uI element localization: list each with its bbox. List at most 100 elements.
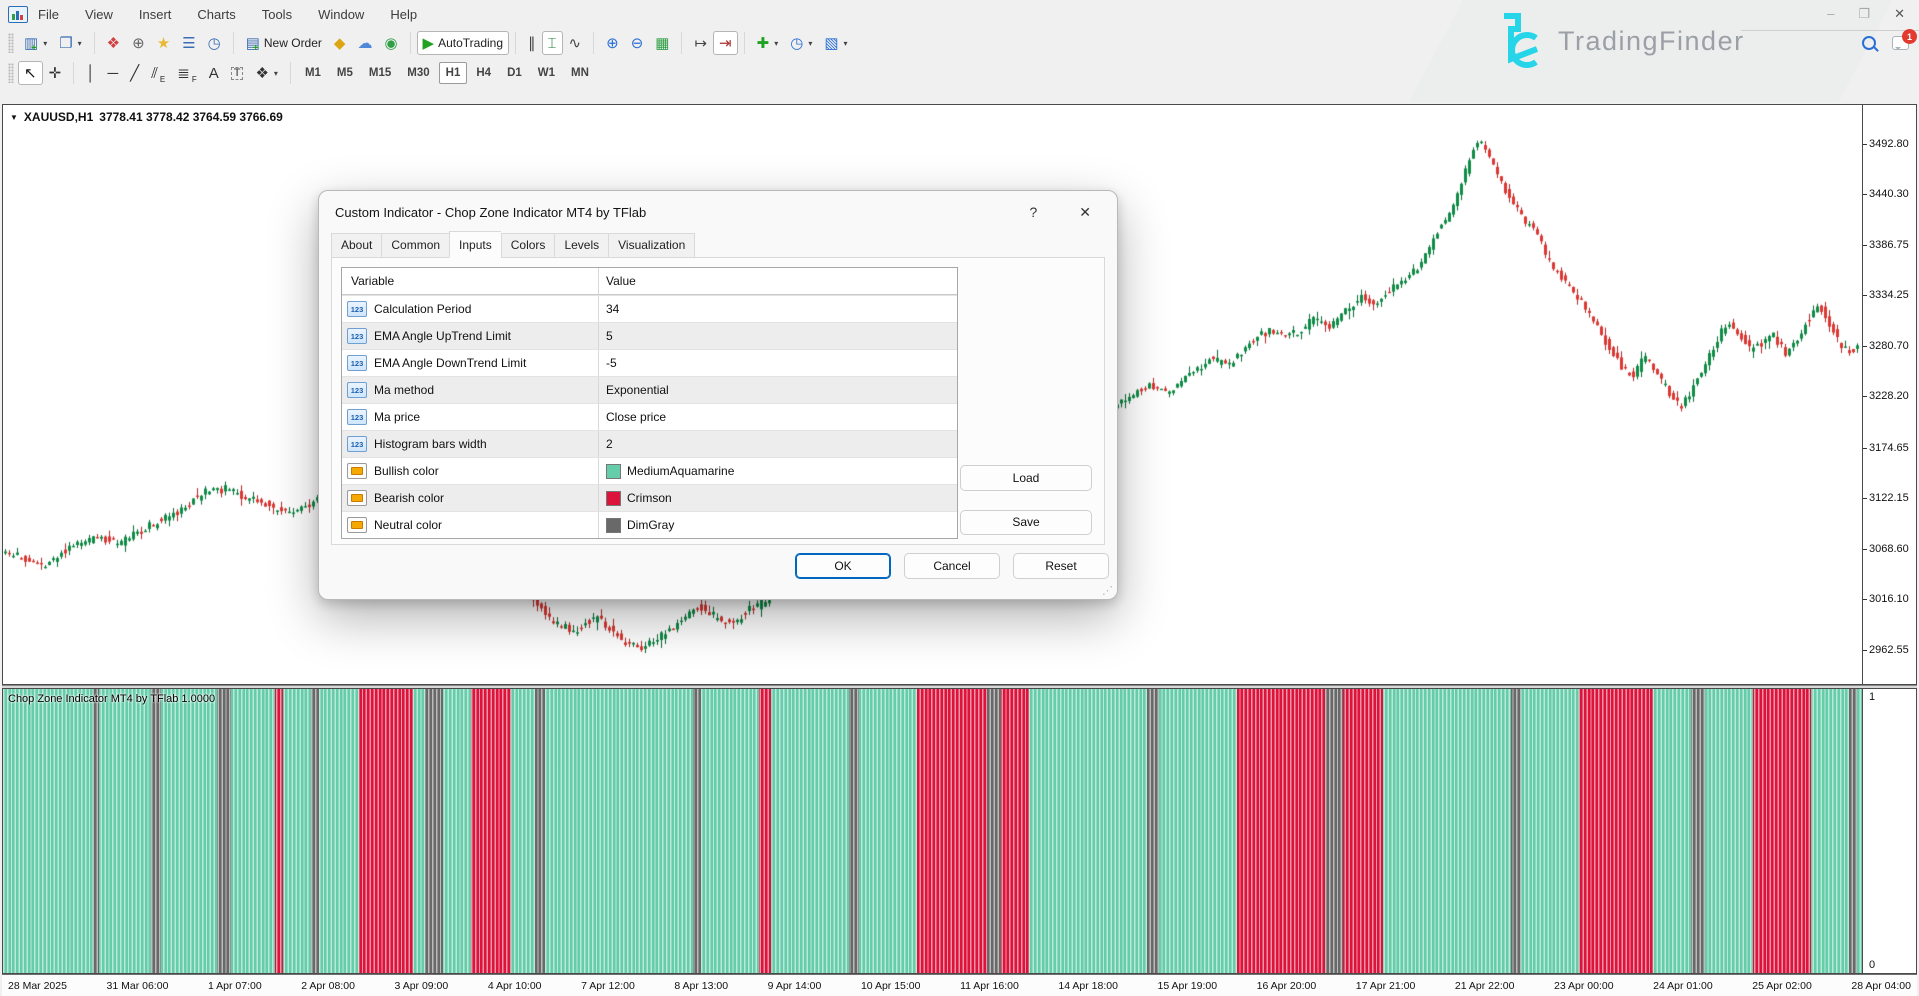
fibonacci-tool-button[interactable]: ≣F bbox=[171, 61, 202, 85]
timeframe-mn[interactable]: MN bbox=[564, 62, 596, 84]
chart-shift-button[interactable]: ⇥ bbox=[713, 31, 738, 55]
price-axis[interactable]: 3492.803440.303386.753334.253280.703228.… bbox=[1863, 104, 1917, 685]
value-cell[interactable]: 34 bbox=[599, 296, 957, 322]
tab-levels[interactable]: Levels bbox=[554, 233, 608, 258]
reset-button[interactable]: Reset bbox=[1013, 553, 1109, 579]
value-cell[interactable]: MediumAquamarine bbox=[599, 458, 957, 484]
dialog-close-button[interactable]: ✕ bbox=[1073, 203, 1097, 222]
value-cell[interactable]: 2 bbox=[599, 431, 957, 457]
vertical-line-tool-button[interactable]: │ bbox=[80, 61, 101, 85]
input-row-histogram-bars-width[interactable]: 123Histogram bars width2 bbox=[342, 430, 957, 457]
bar-chart-mode-button[interactable]: ∥ bbox=[522, 31, 542, 55]
resize-grip[interactable]: ⋰ bbox=[1102, 584, 1113, 597]
auto-scroll-button[interactable]: ↦ bbox=[688, 31, 713, 55]
zoom-out-button[interactable]: ⊖ bbox=[625, 31, 650, 55]
chat-icon[interactable]: 1 bbox=[1892, 36, 1909, 50]
auto-scroll-icon: ↦ bbox=[694, 36, 707, 51]
zoom-in-button[interactable]: ⊕ bbox=[600, 31, 625, 55]
input-row-ma-price[interactable]: 123Ma priceClose price bbox=[342, 403, 957, 430]
input-row-ema-angle-downtrend-limit[interactable]: 123EMA Angle DownTrend Limit-5 bbox=[342, 349, 957, 376]
equidistant-channel-tool-button[interactable]: ⫽E bbox=[145, 61, 171, 85]
crosshair-tool-button[interactable]: ✛ bbox=[43, 61, 68, 85]
restore-button[interactable]: ❐ bbox=[1858, 6, 1870, 22]
templates-menu-icon: ▧ bbox=[824, 36, 838, 51]
input-row-neutral-color[interactable]: Neutral colorDimGray bbox=[342, 511, 957, 538]
indicator-axis[interactable]: 1 0 bbox=[1863, 688, 1917, 974]
tab-colors[interactable]: Colors bbox=[501, 233, 555, 258]
toolbar-grip[interactable] bbox=[8, 63, 14, 83]
dialog-title: Custom Indicator - Chop Zone Indicator M… bbox=[335, 205, 993, 220]
line-chart-mode-button[interactable]: ∿ bbox=[563, 31, 588, 55]
time-axis[interactable]: 28 Mar 202531 Mar 06:001 Apr 07:002 Apr … bbox=[2, 974, 1917, 996]
menu-insert[interactable]: Insert bbox=[139, 7, 172, 22]
horizontal-line-tool-button[interactable]: ─ bbox=[102, 61, 125, 85]
crosshair-mode-button[interactable]: ⊕ bbox=[126, 31, 151, 55]
new-chart-button[interactable]: ▥+▾ bbox=[18, 31, 53, 55]
input-row-calculation-period[interactable]: 123Calculation Period34 bbox=[342, 295, 957, 322]
input-row-ma-method[interactable]: 123Ma methodExponential bbox=[342, 376, 957, 403]
profiles-button[interactable]: ❐▾ bbox=[53, 31, 87, 55]
menu-view[interactable]: View bbox=[85, 7, 113, 22]
cursor-tool-button[interactable]: ↖ bbox=[18, 61, 43, 85]
periods-menu-button[interactable]: ◷▾ bbox=[784, 31, 818, 55]
menu-tools[interactable]: Tools bbox=[262, 7, 292, 22]
market-watch-button[interactable]: ☰ bbox=[176, 31, 201, 55]
timeframe-m5[interactable]: M5 bbox=[330, 62, 360, 84]
value-cell[interactable]: DimGray bbox=[599, 512, 957, 538]
variable-cell: 123Ma method bbox=[342, 377, 599, 403]
timeframe-m15[interactable]: M15 bbox=[362, 62, 398, 84]
input-row-bearish-color[interactable]: Bearish colorCrimson bbox=[342, 484, 957, 511]
news-button[interactable]: ◉ bbox=[378, 31, 403, 55]
menu-window[interactable]: Window bbox=[318, 7, 364, 22]
templates-menu-button[interactable]: ▧▾ bbox=[818, 31, 853, 55]
trendline-tool-button[interactable]: ╱ bbox=[124, 61, 145, 85]
menu-file[interactable]: File bbox=[38, 7, 59, 22]
deposit-button[interactable]: ◆ bbox=[328, 31, 352, 55]
autotrading-button[interactable]: ▶AutoTrading bbox=[417, 31, 509, 55]
value-cell[interactable]: -5 bbox=[599, 350, 957, 376]
arrows-tool-button[interactable]: ❖▾ bbox=[249, 61, 283, 85]
symbol-dropdown-icon[interactable]: ▼ bbox=[10, 113, 18, 122]
toolbar-grip[interactable] bbox=[8, 33, 14, 53]
symbols-button[interactable]: ❖ bbox=[101, 31, 126, 55]
minimize-button[interactable]: – bbox=[1827, 6, 1834, 22]
timeframe-m30[interactable]: M30 bbox=[400, 62, 436, 84]
ok-button[interactable]: OK bbox=[795, 553, 891, 579]
timeframe-m1[interactable]: M1 bbox=[298, 62, 328, 84]
text-tool-button[interactable]: A bbox=[203, 61, 225, 85]
close-button[interactable]: ✕ bbox=[1894, 6, 1905, 22]
candlestick-mode-button[interactable]: ⌶ bbox=[542, 31, 563, 55]
tile-windows-button[interactable]: ▦ bbox=[649, 31, 675, 55]
value-cell[interactable]: Close price bbox=[599, 404, 957, 430]
tab-common[interactable]: Common bbox=[381, 233, 449, 258]
input-row-ema-angle-uptrend-limit[interactable]: 123EMA Angle UpTrend Limit5 bbox=[342, 322, 957, 349]
tab-about[interactable]: About bbox=[331, 233, 381, 258]
menu-charts[interactable]: Charts bbox=[197, 7, 235, 22]
new-order-button[interactable]: ▤+New Order bbox=[240, 31, 328, 55]
search-icon[interactable] bbox=[1862, 36, 1876, 50]
value-cell[interactable]: 5 bbox=[599, 323, 957, 349]
value-cell[interactable]: Crimson bbox=[599, 485, 957, 511]
menu-help[interactable]: Help bbox=[390, 7, 417, 22]
tab-visualization[interactable]: Visualization bbox=[608, 233, 695, 258]
mql5-community-button[interactable]: ☁ bbox=[351, 31, 378, 55]
tab-inputs[interactable]: Inputs bbox=[449, 231, 501, 258]
indicators-list-button[interactable]: ✚▾ bbox=[751, 31, 785, 55]
save-button[interactable]: Save bbox=[960, 510, 1092, 536]
text-label-tool-button[interactable]: T bbox=[225, 61, 250, 85]
indicator-area[interactable]: Chop Zone Indicator MT4 by TFlab 1.0000 bbox=[2, 688, 1863, 974]
symbol-info[interactable]: ▼ XAUUSD,H1 3778.41 3778.42 3764.59 3766… bbox=[10, 110, 283, 124]
input-row-bullish-color[interactable]: Bullish colorMediumAquamarine bbox=[342, 457, 957, 484]
value-cell[interactable]: Exponential bbox=[599, 377, 957, 403]
timeframe-h1[interactable]: H1 bbox=[439, 62, 468, 84]
cancel-button[interactable]: Cancel bbox=[904, 553, 1000, 579]
timeframe-h4[interactable]: H4 bbox=[469, 62, 498, 84]
dialog-help-button[interactable]: ? bbox=[1023, 203, 1043, 221]
timeframe-d1[interactable]: D1 bbox=[500, 62, 529, 84]
load-button[interactable]: Load bbox=[960, 465, 1092, 491]
timeframe-w1[interactable]: W1 bbox=[531, 62, 562, 84]
strategy-tester-button[interactable]: ◷ bbox=[202, 31, 227, 55]
dialog-title-bar[interactable]: Custom Indicator - Chop Zone Indicator M… bbox=[319, 191, 1117, 233]
favorites-button[interactable]: ★ bbox=[151, 31, 176, 55]
plus-badge-icon: + bbox=[253, 43, 259, 54]
